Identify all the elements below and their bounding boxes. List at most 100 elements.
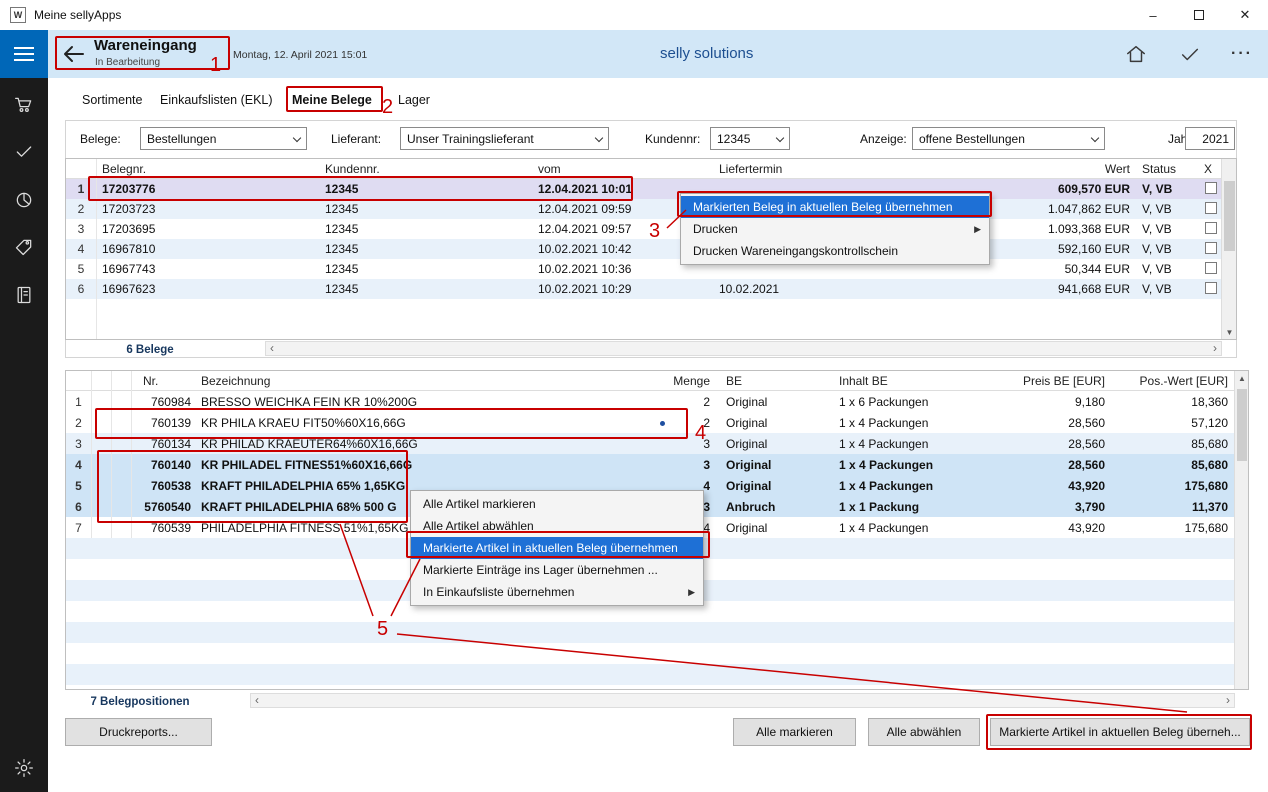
druckreports-button[interactable]: Druckreports... (65, 718, 212, 746)
row-checkbox[interactable] (1205, 282, 1217, 294)
row-checkbox[interactable] (1205, 242, 1217, 254)
menu-item-lager-uebernehmen[interactable]: Markierte Einträge ins Lager übernehmen … (411, 559, 703, 581)
col-inhalt-be: Inhalt BE (831, 374, 1021, 388)
tab-meine-belege[interactable]: Meine Belege (292, 93, 372, 107)
position-row-4[interactable]: 4 760140 KR PHILADEL FITNES51%60X16,66G … (66, 454, 1234, 475)
position-row-2[interactable]: 2 760139 KR PHILA KRAEU FIT50%60X16,66G … (66, 412, 1234, 433)
row-checkbox[interactable] (1205, 182, 1217, 194)
beleg-row-5[interactable]: 5 16967743 12345 10.02.2021 10:36 50,344… (66, 259, 1236, 279)
scroll-down-icon[interactable]: ▼ (1222, 328, 1237, 337)
menu-item-einkaufsliste[interactable]: In Einkaufsliste übernehmen▶ (411, 581, 703, 603)
cell-inhalt: 1 x 1 Packung (831, 500, 1021, 514)
beleg-table-hscrollbar[interactable]: ‹ › (265, 341, 1222, 356)
cell-kundennr: 12345 (319, 182, 532, 196)
more-options-icon[interactable]: ··· (1230, 42, 1254, 66)
confirm-icon[interactable] (1178, 42, 1202, 66)
uebernehmen-button[interactable]: Markierte Artikel in aktuellen Beleg übe… (990, 718, 1250, 746)
beleg-row-4[interactable]: 4 16967810 12345 10.02.2021 10:42 592,16… (66, 239, 1236, 259)
belege-dropdown[interactable]: Bestellungen (140, 127, 307, 150)
window-title: Meine sellyApps (34, 8, 121, 22)
gear-icon[interactable] (0, 748, 48, 788)
beleg-count-label: 6 Belege (95, 344, 205, 356)
artikel-context-menu: Alle Artikel markieren Alle Artikel abwä… (410, 490, 704, 606)
row-checkbox[interactable] (1205, 202, 1217, 214)
cell-bezeichnung: KR PHILA KRAEU FIT50%60X16,66G (191, 416, 651, 430)
scrollbar-thumb[interactable] (1224, 181, 1235, 251)
close-button[interactable]: ✕ (1222, 0, 1268, 30)
cell-nr: 5760540 (131, 500, 191, 514)
annotation-number-2: 2 (382, 96, 393, 119)
back-button[interactable] (62, 42, 86, 66)
cell-bezeichnung: KR PHILADEL FITNES51%60X16,66G (191, 458, 651, 472)
cell-be: Original (716, 458, 831, 472)
positions-table-hscrollbar[interactable]: ‹ › (250, 693, 1235, 708)
jahr-input[interactable]: 2021 (1185, 127, 1235, 150)
kundennr-label: Kundennr: (645, 132, 700, 146)
lieferant-dropdown[interactable]: Unser Trainingslieferant (400, 127, 609, 150)
scroll-left-icon[interactable]: ‹ (255, 694, 259, 707)
scroll-up-icon[interactable]: ▲ (1235, 374, 1249, 383)
anzeige-dropdown[interactable]: offene Bestellungen (912, 127, 1105, 150)
tag-icon[interactable] (0, 227, 48, 267)
cell-menge: 2 (651, 395, 716, 409)
menu-item-label: Drucken (693, 222, 738, 236)
minimize-button[interactable]: – (1130, 0, 1176, 30)
positions-table-vscrollbar[interactable]: ▲ (1234, 371, 1248, 689)
scroll-right-icon[interactable]: › (1213, 342, 1217, 355)
menu-item-beleg-uebernehmen[interactable]: Markierten Beleg in aktuellen Beleg über… (681, 196, 989, 218)
menu-item-artikel-uebernehmen[interactable]: Markierte Artikel in aktuellen Beleg übe… (411, 537, 703, 559)
check-icon[interactable] (0, 132, 48, 172)
menu-item-drucken[interactable]: Drucken ▶ (681, 218, 989, 240)
beleg-row-3[interactable]: 3 17203695 12345 12.04.2021 09:57 1.093,… (66, 219, 1236, 239)
row-checkbox[interactable] (1205, 222, 1217, 234)
chevron-down-icon (1091, 134, 1099, 142)
menu-button[interactable] (0, 30, 48, 78)
menu-item-alle-markieren[interactable]: Alle Artikel markieren (411, 493, 703, 515)
menu-item-alle-abwaehlen[interactable]: Alle Artikel abwählen (411, 515, 703, 537)
cell-inhalt: 1 x 4 Packungen (831, 416, 1021, 430)
maximize-button[interactable] (1176, 0, 1222, 30)
row-checkbox[interactable] (1205, 262, 1217, 274)
cell-kundennr: 12345 (319, 242, 532, 256)
home-icon[interactable] (1124, 42, 1148, 66)
cell-inhalt: 1 x 4 Packungen (831, 521, 1021, 535)
scroll-right-icon[interactable]: › (1226, 694, 1230, 707)
beleg-table-header: Belegnr. Kundennr. vom Liefertermin Wert… (66, 159, 1236, 179)
anzeige-dropdown-value: offene Bestellungen (919, 132, 1025, 146)
alle-abwaehlen-button[interactable]: Alle abwählen (868, 718, 980, 746)
cell-inhalt: 1 x 6 Packungen (831, 395, 1021, 409)
tab-sortimente[interactable]: Sortimente (82, 93, 142, 107)
cell-belegnr: 17203695 (96, 222, 319, 236)
cart-icon[interactable] (0, 85, 48, 125)
kundennr-dropdown[interactable]: 12345 (710, 127, 790, 150)
row-number: 6 (66, 500, 91, 514)
row-number: 2 (66, 202, 96, 216)
beleg-row-6[interactable]: 6 16967623 12345 10.02.2021 10:29 10.02.… (66, 279, 1236, 299)
page-status: In Bearbeitung (95, 57, 160, 68)
cell-preis: 28,560 (1021, 416, 1111, 430)
col-menge: Menge (651, 374, 716, 388)
cell-belegnr: 16967743 (96, 262, 319, 276)
position-row-1[interactable]: 1 760984 BRESSO WEICHKA FEIN KR 10%200G … (66, 391, 1234, 412)
tab-einkaufslisten[interactable]: Einkaufslisten (EKL) (160, 93, 273, 107)
submenu-arrow-icon: ▶ (974, 224, 981, 235)
scrollbar-thumb[interactable] (1237, 389, 1247, 461)
tab-lager[interactable]: Lager (398, 93, 430, 107)
scroll-left-icon[interactable]: ‹ (270, 342, 274, 355)
beleg-table-vscrollbar[interactable]: ▼ (1221, 159, 1236, 339)
cell-bezeichnung: BRESSO WEICHKA FEIN KR 10%200G (191, 395, 651, 409)
beleg-row-2[interactable]: 2 17203723 12345 12.04.2021 09:59 1.047,… (66, 199, 1236, 219)
cell-kundennr: 12345 (319, 202, 532, 216)
beleg-row-1[interactable]: 1 17203776 12345 12.04.2021 10:01 609,57… (66, 179, 1236, 199)
position-row-3[interactable]: 3 760134 KR PHILAD KRAEUTER64%60X16,66G … (66, 433, 1234, 454)
row-number: 1 (66, 182, 96, 196)
cell-preis: 28,560 (1021, 437, 1111, 451)
cell-pos-wert: 85,680 (1111, 458, 1234, 472)
menu-item-drucken-kontrollschein[interactable]: Drucken Wareneingangskontrollschein (681, 240, 989, 262)
brand-text: selly solutions (660, 45, 753, 62)
pie-chart-icon[interactable] (0, 180, 48, 220)
cell-belegnr: 16967810 (96, 242, 319, 256)
book-icon[interactable] (0, 275, 48, 315)
app-icon: W (10, 7, 26, 23)
alle-markieren-button[interactable]: Alle markieren (733, 718, 856, 746)
